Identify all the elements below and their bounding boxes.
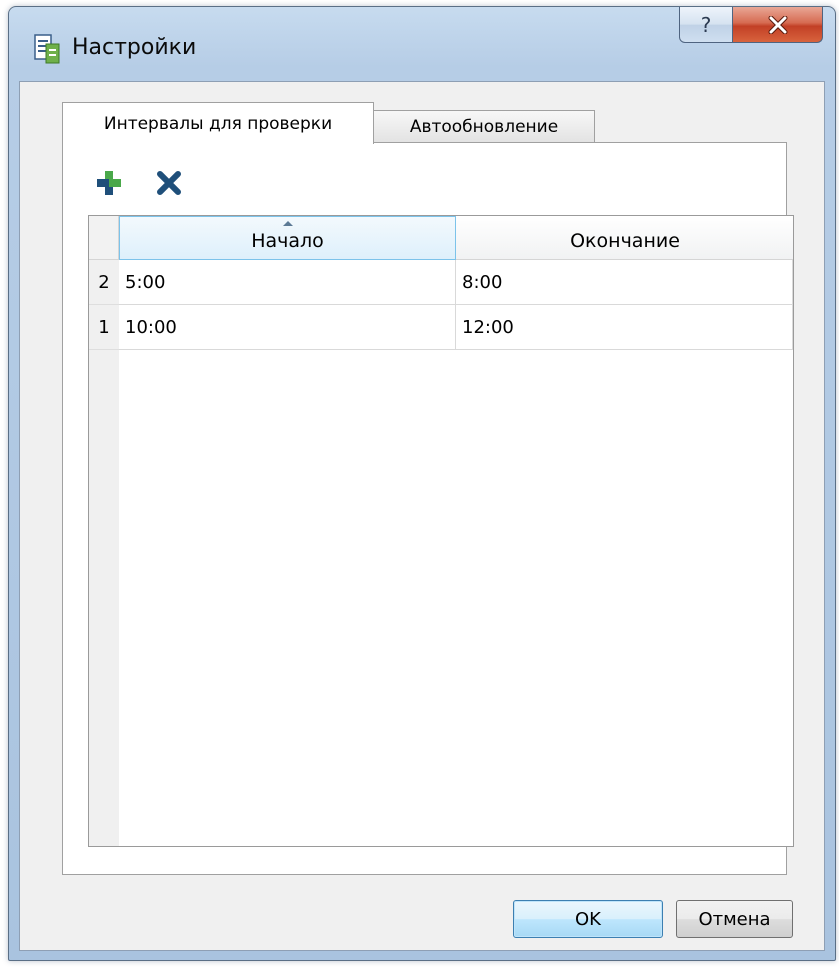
- column-header-label: Начало: [251, 230, 324, 252]
- dialog-client-area: Интервалы для проверки Автообновление На…: [19, 81, 825, 951]
- title-bar[interactable]: Настройки ?: [9, 7, 835, 81]
- close-icon: [768, 15, 787, 34]
- table-corner[interactable]: [89, 216, 119, 260]
- delete-icon: [157, 171, 181, 195]
- column-header-end[interactable]: Окончание: [456, 216, 793, 260]
- tab-pane-intervals: Начало Окончание 2 5:00 8:00 1 10:00 12:…: [62, 142, 794, 875]
- tab-label: Автообновление: [409, 116, 559, 137]
- column-header-start[interactable]: Начало: [119, 216, 456, 260]
- ok-button-label: OK: [575, 908, 601, 930]
- cancel-button[interactable]: Отмена: [676, 900, 793, 938]
- settings-window: Настройки ? Интервалы для проверки Автоо…: [8, 6, 836, 961]
- row-number[interactable]: 2: [89, 260, 119, 305]
- help-icon: ?: [700, 12, 712, 37]
- cell-end[interactable]: 12:00: [456, 305, 793, 350]
- help-button[interactable]: ?: [679, 7, 733, 43]
- row-number[interactable]: 1: [89, 305, 119, 350]
- intervals-table: Начало Окончание 2 5:00 8:00 1 10:00 12:…: [88, 215, 794, 847]
- cell-start[interactable]: 5:00: [119, 260, 456, 305]
- cell-start[interactable]: 10:00: [119, 305, 456, 350]
- tab-check-intervals[interactable]: Интервалы для проверки: [62, 102, 374, 144]
- tab-label: Интервалы для проверки: [103, 113, 333, 134]
- add-icon: [97, 171, 121, 195]
- tab-auto-update[interactable]: Автообновление: [373, 110, 595, 143]
- window-title: Настройки: [72, 35, 197, 60]
- add-interval-button[interactable]: [93, 167, 125, 199]
- close-button[interactable]: [733, 7, 823, 43]
- cancel-button-label: Отмена: [698, 908, 771, 930]
- column-header-label: Окончание: [570, 229, 680, 252]
- settings-app-icon: [34, 34, 60, 64]
- sort-ascending-icon: [282, 221, 293, 226]
- caption-buttons: ?: [679, 7, 823, 45]
- ok-button[interactable]: OK: [513, 900, 663, 938]
- table-row[interactable]: 1 10:00 12:00: [89, 305, 793, 350]
- cell-end[interactable]: 8:00: [456, 260, 793, 305]
- table-row[interactable]: 2 5:00 8:00: [89, 260, 793, 305]
- delete-interval-button[interactable]: [153, 167, 185, 199]
